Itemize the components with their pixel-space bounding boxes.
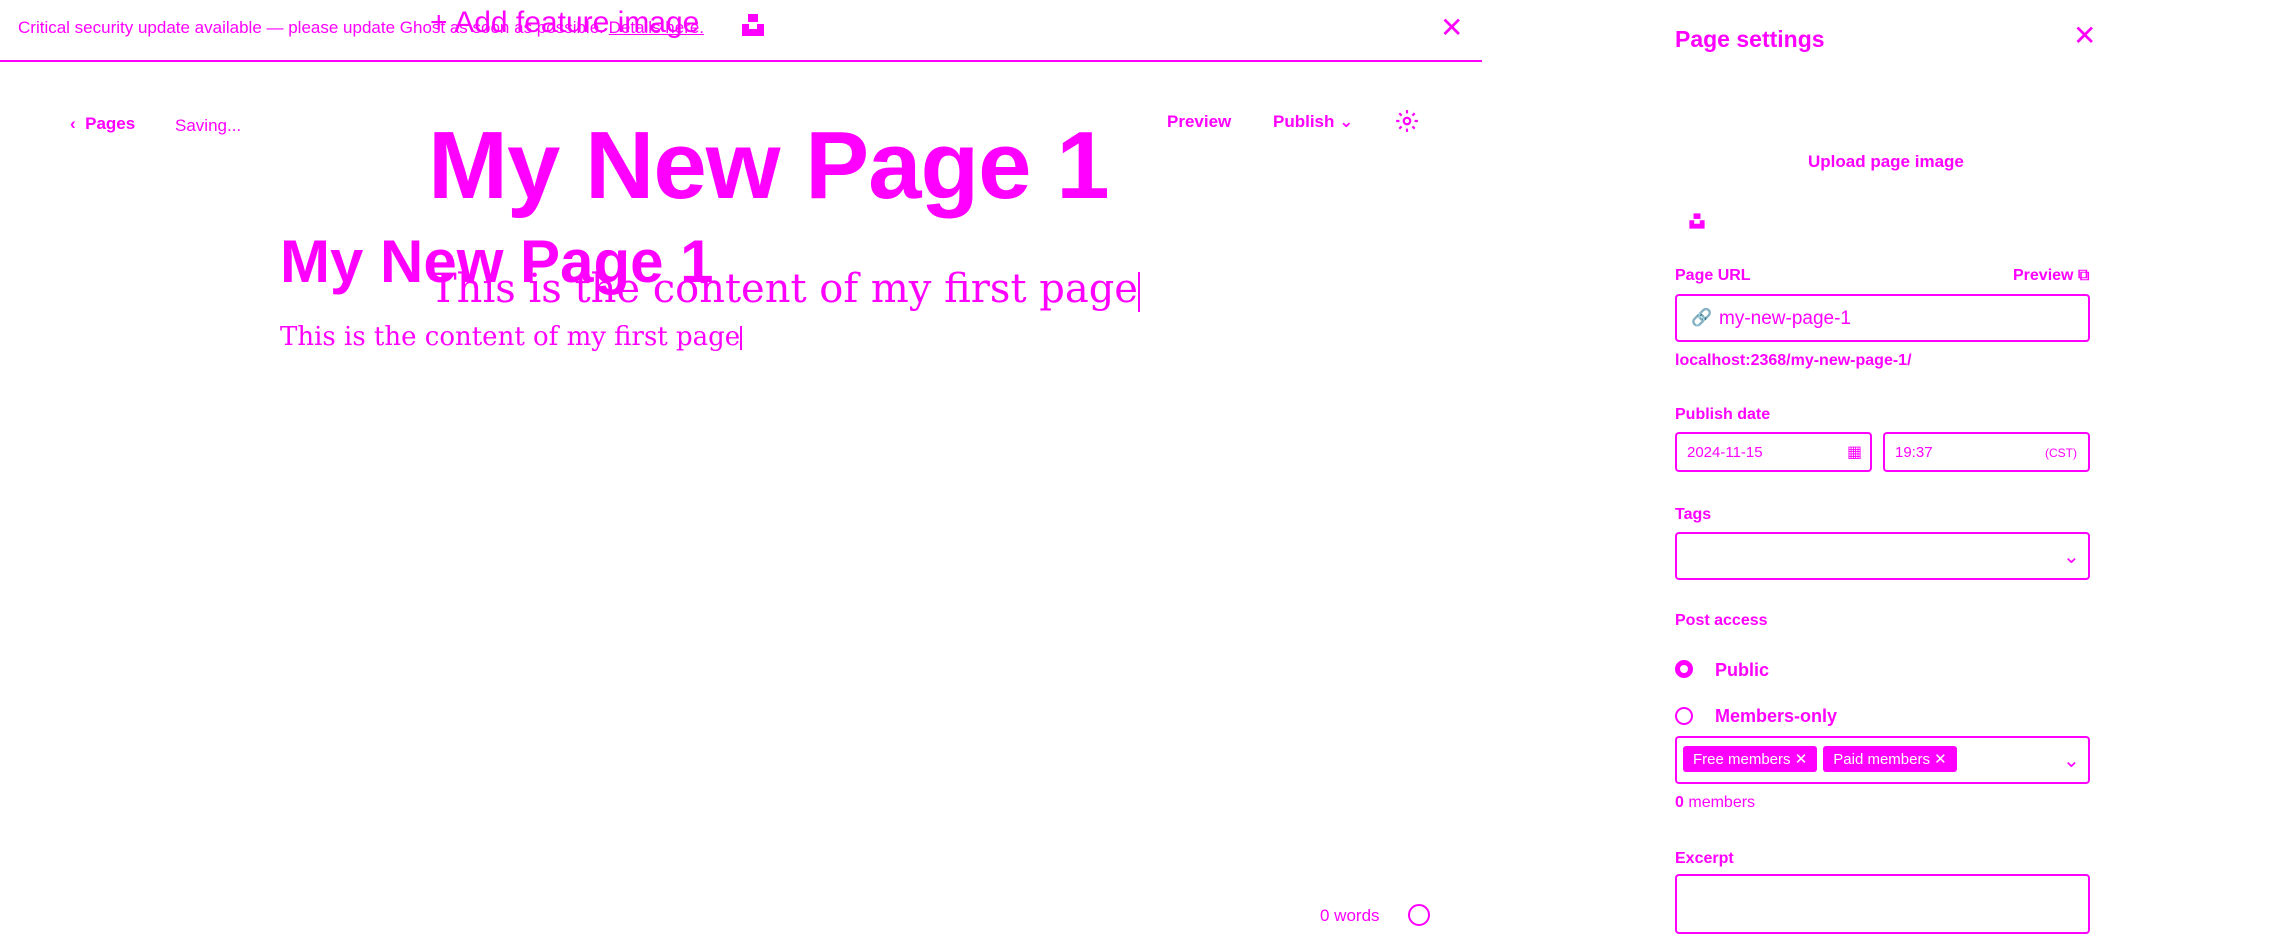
remove-icon[interactable]: ✕ [1934, 751, 1947, 768]
word-count: 0 words [1320, 906, 1380, 925]
segment-pill[interactable]: Paid members ✕ [1823, 746, 1957, 772]
page-url-full: localhost:2368/my-new-page-1/ [1675, 352, 1912, 369]
segment-select[interactable]: Free members ✕ Paid members ✕ ⌄ [1675, 736, 2090, 784]
chevron-down-icon: ⌄ [1339, 112, 1354, 131]
access-public-label: Public [1715, 660, 1770, 680]
post-body[interactable]: This is the content of my first page [430, 266, 1140, 312]
page-url-input[interactable]: my-new-page-1 [1719, 308, 1851, 330]
link-icon: 🔗 [1691, 308, 1713, 327]
preview-button[interactable]: Preview [1167, 112, 1231, 132]
upload-page-image-button[interactable]: Upload page image [1808, 152, 1964, 172]
publish-date-input[interactable]: 2024-11-15 [1687, 444, 1763, 461]
settings-gear-icon[interactable] [1394, 108, 1420, 139]
access-members-label: Members-only [1715, 706, 1838, 726]
members-count: 0 members [1675, 794, 1756, 811]
access-members-radio[interactable] [1675, 707, 1693, 725]
publish-time-field[interactable]: 19:37 (CST) [1883, 432, 2090, 472]
tags-select[interactable]: ⌄ [1675, 532, 2090, 580]
close-icon[interactable]: ✕ [2073, 22, 2096, 50]
page-url-field[interactable]: 🔗 my-new-page-1 [1675, 294, 2090, 342]
back-to-pages-link[interactable]: ‹ Pages [70, 114, 135, 134]
timezone-label: (CST) [2045, 446, 2077, 460]
chevron-down-icon: ⌄ [2063, 546, 2080, 568]
publish-time-input[interactable]: 19:37 [1895, 444, 1933, 461]
publish-date-label: Publish date [1675, 406, 1771, 423]
tags-label: Tags [1675, 506, 1712, 523]
panel-title: Page settings [1675, 26, 1825, 52]
post-title[interactable]: My New Page 1 [428, 118, 1110, 214]
publish-date-field[interactable]: 2024-11-15 ▦ [1675, 432, 1872, 472]
remove-icon[interactable]: ✕ [1795, 751, 1808, 768]
excerpt-textarea[interactable] [1675, 874, 2090, 934]
access-public-radio[interactable] [1675, 660, 1693, 678]
url-preview-link[interactable]: Preview ⧉ [2013, 267, 2089, 285]
help-icon[interactable] [1408, 904, 1430, 926]
text-caret [1137, 272, 1140, 312]
page-url-label: Page URL [1675, 267, 1751, 284]
external-link-icon: ⧉ [2077, 267, 2090, 284]
unsplash-icon[interactable] [740, 12, 766, 43]
post-access-label: Post access [1675, 612, 1768, 629]
add-feature-image-button[interactable]: + Add feature image [430, 6, 699, 40]
post-body-ghost: This is the content of my first page [280, 322, 743, 352]
segment-pill[interactable]: Free members ✕ [1683, 746, 1818, 772]
publish-button[interactable]: Publish ⌄ [1273, 112, 1353, 132]
chevron-left-icon: ‹ [70, 114, 76, 133]
excerpt-label: Excerpt [1675, 850, 1734, 867]
chevron-down-icon: ⌄ [2063, 750, 2080, 772]
text-caret [740, 326, 743, 350]
calendar-icon[interactable]: ▦ [1847, 442, 1862, 462]
save-status: Saving... [175, 116, 242, 135]
unsplash-icon[interactable] [1688, 212, 1706, 235]
close-icon[interactable]: ✕ [1440, 14, 1463, 42]
